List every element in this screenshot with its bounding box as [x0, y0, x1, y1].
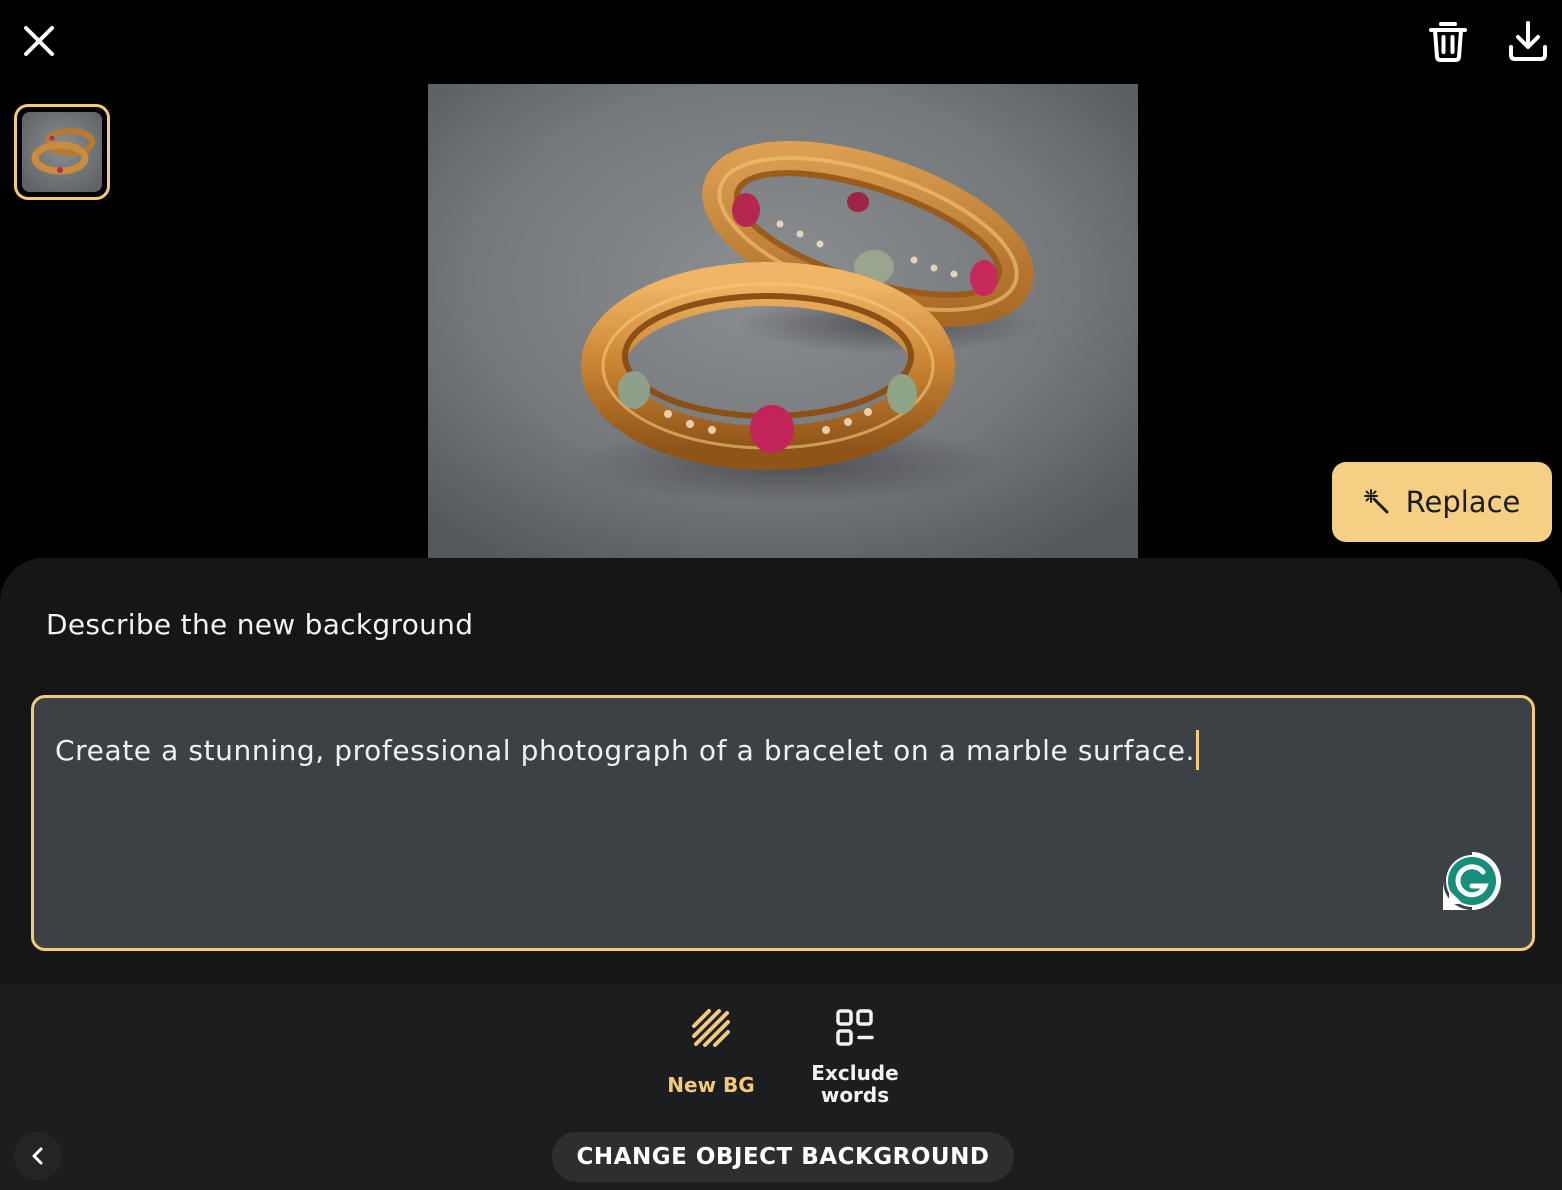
panel-title: Describe the new background	[46, 608, 474, 641]
chevron-left-icon	[32, 1147, 43, 1165]
thumbnail-image	[22, 112, 102, 192]
preview-image	[428, 84, 1138, 558]
close-icon	[24, 26, 54, 56]
grammarly-icon	[1443, 852, 1501, 910]
tool-exclude-label-line2: words	[820, 1083, 890, 1107]
prompt-text: Create a stunning, professional photogra…	[55, 730, 1200, 770]
prompt-value: Create a stunning, professional photogra…	[55, 734, 1196, 767]
grammarly-button[interactable]	[1441, 850, 1503, 912]
mode-selector[interactable]: CHANGE OBJECT BACKGROUND	[552, 1132, 1014, 1182]
trash-icon	[1429, 22, 1467, 62]
magic-wand-icon	[1363, 489, 1389, 514]
prompt-panel: Describe the new background Create a stu…	[0, 558, 1562, 984]
tool-exclude-label: Exclude words	[811, 1062, 898, 1106]
download-icon	[1509, 21, 1547, 61]
text-caret	[1196, 730, 1200, 770]
tool-exclude-words[interactable]: Exclude words	[800, 1008, 910, 1106]
tool-exclude-label-line1: Exclude	[811, 1061, 899, 1085]
close-button[interactable]	[16, 18, 62, 64]
back-button[interactable]	[14, 1132, 62, 1180]
bottom-toolbar: New BG Exclude words CHANGE OBJECT BACKG…	[0, 984, 1562, 1190]
image-thumbnail[interactable]	[14, 104, 110, 200]
replace-button[interactable]: Replace	[1332, 462, 1552, 542]
grid-minus-icon	[836, 1009, 874, 1046]
tool-new-bg-label: New BG	[667, 1073, 755, 1097]
delete-button[interactable]	[1424, 16, 1472, 66]
tool-new-bg[interactable]: New BG	[656, 1008, 766, 1096]
download-button[interactable]	[1504, 16, 1552, 66]
prompt-input[interactable]: Create a stunning, professional photogra…	[31, 695, 1535, 951]
replace-label: Replace	[1405, 485, 1521, 519]
stripes-icon	[692, 1009, 730, 1047]
